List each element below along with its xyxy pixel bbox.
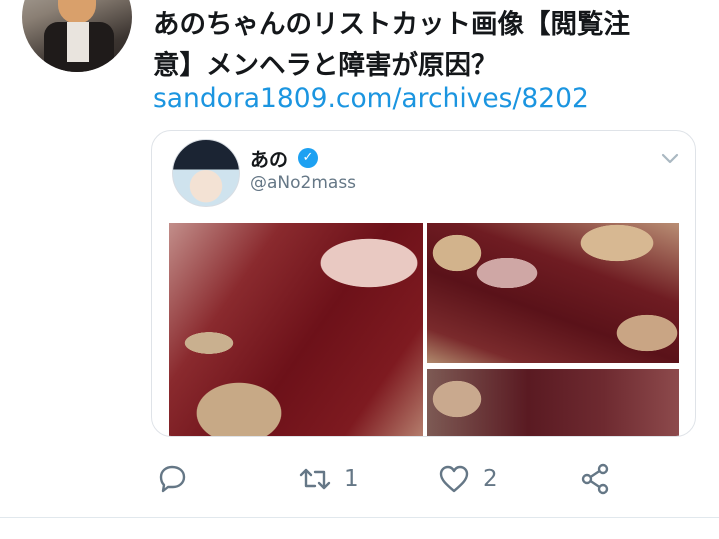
tweet-text-line-2: 意】メンヘラと障害が原因？ (153, 50, 498, 81)
tweet-link[interactable]: sandora1809.com/archives/8202 (153, 82, 589, 116)
media-image-3[interactable] (427, 369, 679, 436)
media-grid (169, 223, 679, 436)
media-image-1[interactable] (169, 223, 423, 436)
like-count: 2 (483, 466, 498, 492)
verified-badge-icon: ✓ (298, 148, 318, 168)
divider (0, 517, 719, 518)
user-avatar[interactable] (22, 0, 132, 72)
chevron-down-icon[interactable] (661, 153, 679, 165)
media-image-2[interactable] (427, 223, 679, 363)
like-button[interactable]: 2 (437, 455, 498, 503)
quoted-tweet-card[interactable]: あの ✓ @aNo2mass (151, 130, 696, 437)
share-button[interactable] (578, 455, 612, 503)
reply-icon (159, 465, 186, 493)
avatar-head (58, 0, 96, 24)
retweet-icon (299, 468, 331, 490)
tweet-text-line-1: あのちゃんのリストカット画像【閲覧注 (153, 9, 630, 40)
quoted-user-name[interactable]: あの (250, 145, 288, 172)
retweet-count: 1 (344, 466, 359, 492)
quoted-user-handle[interactable]: @aNo2mass (250, 173, 356, 193)
reply-button[interactable] (155, 455, 189, 503)
avatar-shirt (67, 22, 89, 62)
retweet-button[interactable]: 1 (298, 455, 359, 503)
tweet-actions: 1 2 (0, 455, 719, 503)
tweet-text: あのちゃんのリストカット画像【閲覧注 意】メンヘラと障害が原因？ (153, 4, 713, 86)
quoted-user-avatar[interactable] (172, 139, 240, 207)
heart-icon (439, 465, 469, 493)
share-icon (581, 463, 609, 495)
